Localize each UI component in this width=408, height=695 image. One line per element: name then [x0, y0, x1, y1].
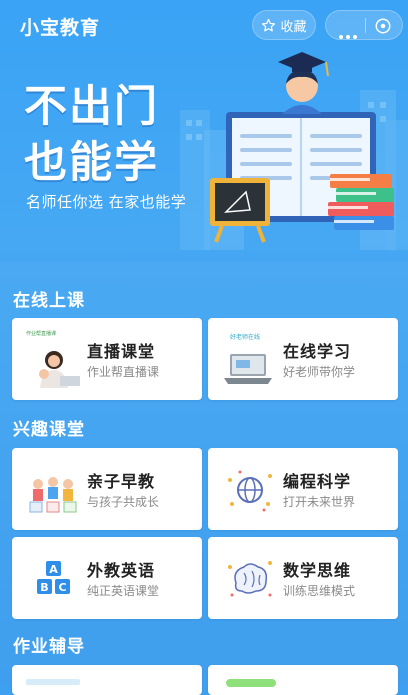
card-homework-2[interactable]	[208, 665, 398, 695]
close-circle-icon[interactable]	[374, 17, 392, 35]
app-title: 小宝教育	[20, 17, 101, 39]
brain-icon	[220, 549, 278, 607]
card-subtitle: 与孩子共成长	[87, 495, 160, 509]
card-title: 编程科学	[283, 472, 352, 491]
capsule-divider	[365, 18, 366, 33]
section-title-interest-class: 兴趣课堂	[13, 420, 85, 440]
abc-blocks-icon: A B C	[24, 549, 82, 607]
favorite-label: 收藏	[280, 19, 307, 35]
svg-text:C: C	[58, 581, 66, 594]
card-title: 数学思维	[283, 561, 352, 580]
homework-thumb-strip	[26, 679, 80, 685]
card-subtitle: 训练思维模式	[283, 584, 356, 598]
card-subtitle: 作业帮直播课	[87, 365, 160, 379]
more-dots-icon[interactable]	[339, 24, 360, 43]
svg-text:A: A	[49, 563, 58, 576]
banner-headline-line2: 也能学	[24, 138, 159, 188]
top-bar: 小宝教育 收藏	[0, 0, 408, 50]
card-early-education[interactable]: 亲子早教 与孩子共成长	[12, 448, 202, 530]
hero-banner[interactable]: 不出门 也能学 名师任你选 在家也能学	[0, 50, 408, 262]
card-title: 直播课堂	[87, 342, 156, 361]
banner-illustration	[180, 52, 408, 250]
svg-text:B: B	[40, 581, 48, 594]
online-learning-thumb-caption: 好老师在线	[230, 334, 261, 341]
card-subtitle: 打开未来世界	[283, 495, 356, 509]
globe-icon	[220, 460, 278, 518]
card-subtitle: 纯正英语课堂	[87, 584, 160, 598]
card-title: 亲子早教	[87, 472, 156, 491]
star-outline-icon	[262, 18, 276, 31]
homework-thumb-strip	[226, 679, 276, 687]
card-subtitle: 好老师带你学	[283, 365, 356, 379]
favorite-button[interactable]: 收藏	[252, 10, 316, 40]
banner-headline-line1: 不出门	[24, 82, 159, 132]
section-title-homework-help: 作业辅导	[13, 637, 85, 657]
banner-subtitle: 名师任你选 在家也能学	[26, 193, 187, 211]
kids-icon	[24, 460, 82, 518]
card-live-class[interactable]: 作业帮直播课 直播课堂 作业帮直播课	[12, 318, 202, 400]
card-title: 外教英语	[87, 561, 156, 580]
card-homework-1[interactable]	[12, 665, 202, 695]
section-title-online-class: 在线上课	[13, 291, 85, 311]
live-class-thumb-caption: 作业帮直播课	[26, 331, 57, 337]
live-class-thumbnail	[24, 330, 82, 388]
card-foreign-english[interactable]: A B C 外教英语 纯正英语课堂	[12, 537, 202, 619]
mini-program-capsule	[325, 10, 403, 40]
card-programming-science[interactable]: 编程科学 打开未来世界	[208, 448, 398, 530]
card-title: 在线学习	[283, 342, 352, 361]
card-math-thinking[interactable]: 数学思维 训练思维模式	[208, 537, 398, 619]
card-online-learning[interactable]: 好老师在线 在线学习 好老师带你学	[208, 318, 398, 400]
